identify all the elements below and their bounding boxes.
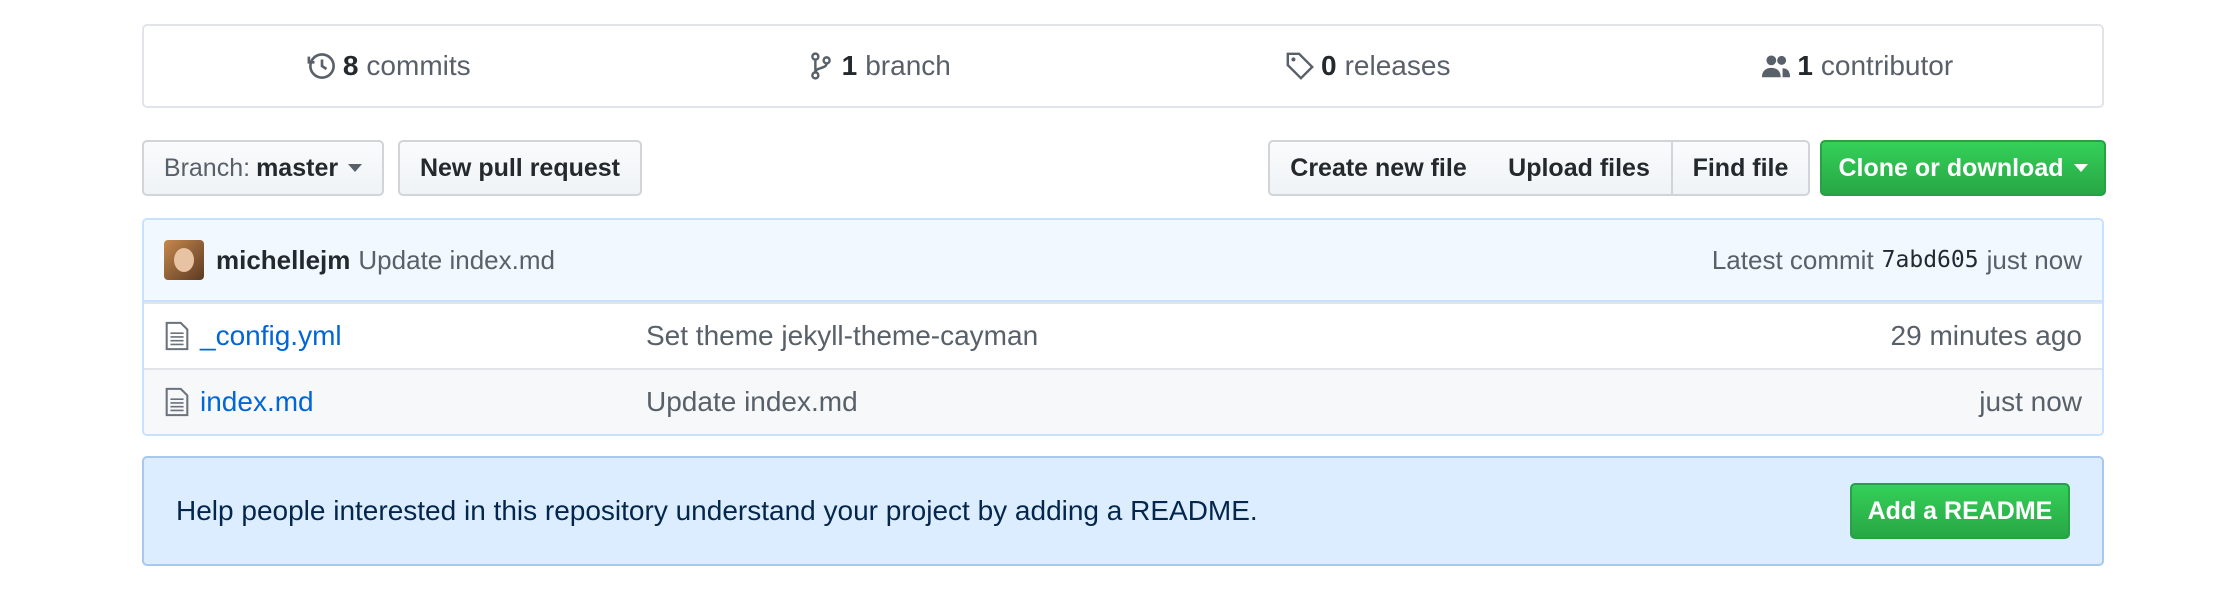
- releases-count: 0: [1321, 50, 1337, 81]
- file-row: index.md Update index.md just now: [144, 368, 2102, 434]
- repo-stats-bar: 8 commits 1 branch 0 releases 1 contribu…: [142, 24, 2104, 108]
- commit-author-link[interactable]: michellejm: [216, 245, 350, 276]
- readme-banner-text: Help people interested in this repositor…: [176, 495, 1258, 526]
- commits-stat[interactable]: 8 commits: [144, 26, 634, 106]
- branch-prefix: Branch:: [163, 153, 251, 182]
- file-table: michellejm Update index.md Latest commit…: [142, 218, 2104, 436]
- upload-files-button[interactable]: Upload files: [1487, 140, 1673, 196]
- find-file-button[interactable]: Find file: [1671, 140, 1810, 196]
- add-readme-button[interactable]: Add a README: [1850, 483, 2070, 539]
- caret-down-icon: [2073, 164, 2088, 172]
- history-icon: [307, 53, 335, 79]
- git-branch-icon: [810, 52, 831, 80]
- commit-time: just now: [1986, 244, 2082, 275]
- releases-stat[interactable]: 0 releases: [1123, 26, 1613, 106]
- file-row: _config.yml Set theme jekyll-theme-cayma…: [144, 302, 2102, 368]
- readme-banner: Help people interested in this repositor…: [142, 456, 2104, 566]
- avatar[interactable]: [164, 240, 204, 280]
- branches-count: 1: [841, 50, 858, 81]
- commits-count: 8: [342, 50, 359, 81]
- tag-icon: [1286, 52, 1314, 80]
- file-name-link[interactable]: _config.yml: [200, 320, 646, 352]
- commit-sha-link[interactable]: 7abd605: [1882, 247, 1979, 273]
- branches-label: branch: [865, 50, 951, 81]
- caret-down-icon: [348, 164, 363, 172]
- releases-label: releases: [1344, 50, 1451, 81]
- contributors-stat[interactable]: 1 contributor: [1613, 26, 2103, 106]
- clone-label: Clone or download: [1838, 153, 2064, 182]
- file-icon: [165, 321, 189, 351]
- file-time: just now: [1979, 386, 2082, 417]
- new-pull-request-button[interactable]: New pull request: [398, 140, 642, 196]
- file-time: 29 minutes ago: [1890, 320, 2082, 351]
- branch-select-button[interactable]: Branch: master: [142, 140, 384, 196]
- contributors-label: contributor: [1820, 50, 1954, 81]
- commit-message-link[interactable]: Update index.md: [358, 245, 555, 276]
- file-commit-message-link[interactable]: Update index.md: [646, 386, 858, 418]
- create-new-file-button[interactable]: Create new file: [1268, 140, 1489, 196]
- branch-name: master: [256, 153, 339, 182]
- clone-or-download-button[interactable]: Clone or download: [1820, 140, 2106, 196]
- file-icon: [165, 387, 189, 417]
- latest-commit-label: Latest commit: [1711, 244, 1874, 275]
- file-name-link[interactable]: index.md: [200, 386, 646, 418]
- commits-label: commits: [366, 50, 471, 81]
- contributors-count: 1: [1797, 50, 1813, 81]
- branches-stat[interactable]: 1 branch: [634, 26, 1124, 106]
- latest-commit-row: michellejm Update index.md Latest commit…: [144, 220, 2102, 302]
- file-commit-message-link[interactable]: Set theme jekyll-theme-cayman: [646, 320, 1038, 352]
- people-icon: [1762, 55, 1791, 78]
